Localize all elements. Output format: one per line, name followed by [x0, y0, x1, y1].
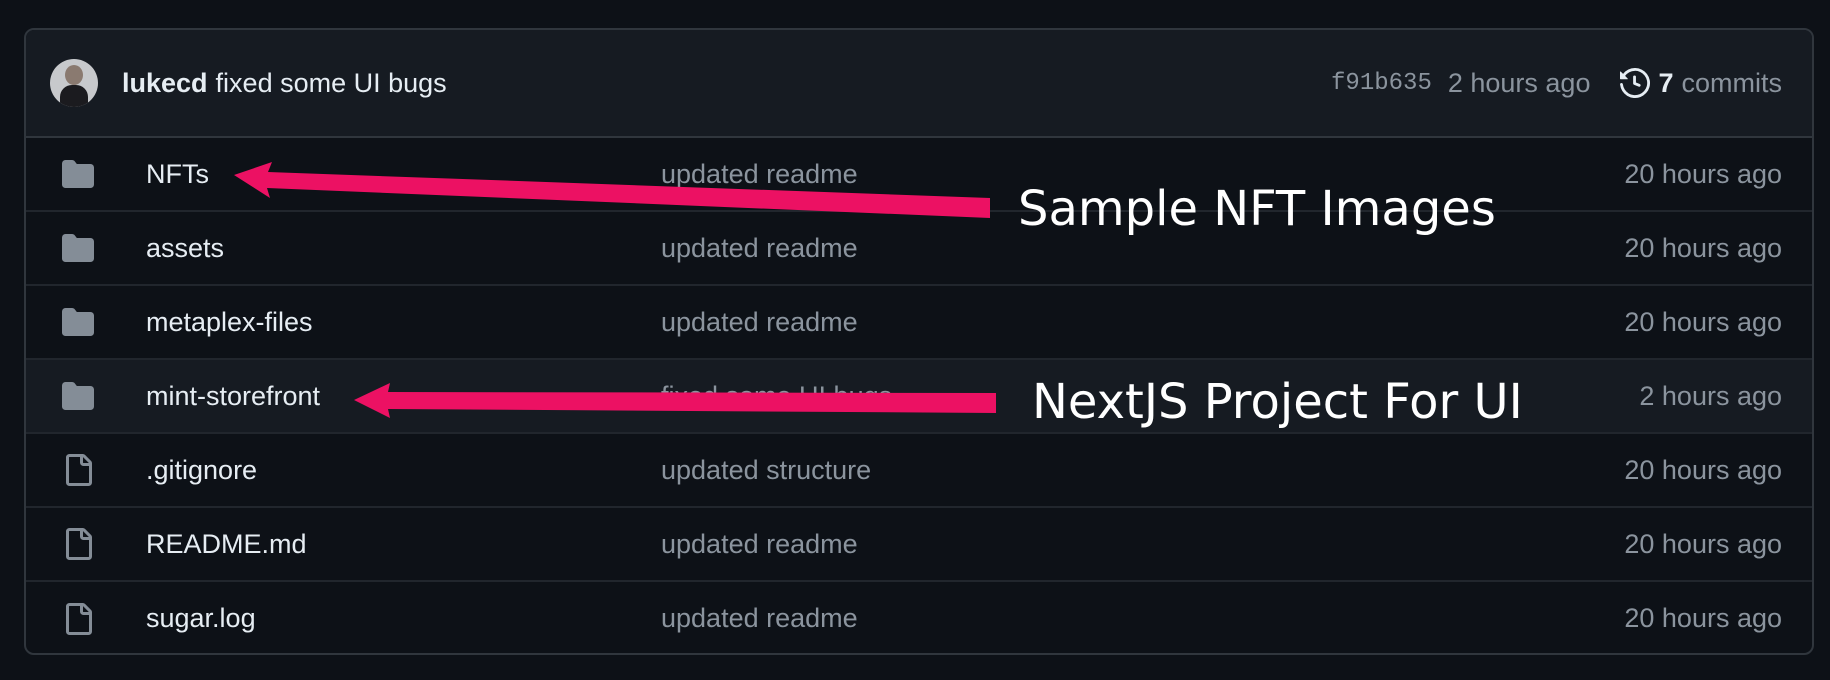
commit-time: 2 hours ago	[1447, 67, 1591, 98]
file-icon	[56, 448, 100, 492]
file-age: 20 hours ago	[1624, 158, 1782, 189]
avatar-head	[65, 65, 83, 85]
file-name-link[interactable]: README.md	[146, 529, 661, 560]
repo-file-browser: lukecd fixed some UI bugs f91b635 2 hour…	[24, 28, 1814, 655]
file-icon	[56, 522, 100, 566]
file-name-link[interactable]: metaplex-files	[146, 307, 661, 338]
file-row-sugar-log[interactable]: sugar.log updated readme 20 hours ago	[26, 582, 1812, 653]
history-icon	[1620, 68, 1651, 98]
commits-label: commits	[1681, 67, 1783, 98]
annotation-nextjs-project: NextJS Project For UI	[1032, 374, 1523, 430]
file-row-mint-storefront[interactable]: mint-storefront fixed some UI bugs 2 hou…	[26, 360, 1812, 434]
file-name-link[interactable]: NFTs	[146, 159, 661, 190]
file-commit-message-link[interactable]: updated readme	[661, 233, 1562, 264]
file-age: 20 hours ago	[1624, 603, 1782, 633]
file-row-readme[interactable]: README.md updated readme 20 hours ago	[26, 508, 1812, 582]
file-age: 20 hours ago	[1624, 232, 1782, 263]
file-age: 20 hours ago	[1624, 528, 1782, 559]
file-commit-message-link[interactable]: updated readme	[661, 307, 1562, 338]
commit-author-link[interactable]: lukecd	[122, 68, 208, 99]
folder-icon	[56, 374, 100, 418]
folder-icon	[56, 226, 100, 270]
file-commit-message-link[interactable]: updated readme	[661, 529, 1562, 560]
file-list: NFTs updated readme 20 hours ago assets …	[26, 138, 1812, 653]
file-age: 20 hours ago	[1624, 454, 1782, 485]
file-icon	[56, 597, 100, 641]
file-row-nfts[interactable]: NFTs updated readme 20 hours ago	[26, 138, 1812, 212]
file-name-link[interactable]: assets	[146, 233, 661, 264]
commits-history-link[interactable]: 7 commits	[1620, 68, 1782, 99]
file-age: 2 hours ago	[1639, 380, 1782, 411]
file-commit-message-link[interactable]: updated readme	[661, 603, 1562, 634]
annotation-sample-nft-images: Sample NFT Images	[1018, 181, 1496, 237]
commits-count: 7	[1658, 67, 1674, 98]
latest-commit-bar: lukecd fixed some UI bugs f91b635 2 hour…	[26, 30, 1812, 138]
file-name-link[interactable]: sugar.log	[146, 603, 661, 634]
commit-sha-link[interactable]: f91b635	[1331, 70, 1432, 97]
folder-icon	[56, 152, 100, 196]
file-row-metaplex-files[interactable]: metaplex-files updated readme 20 hours a…	[26, 286, 1812, 360]
file-row-gitignore[interactable]: .gitignore updated structure 20 hours ag…	[26, 434, 1812, 508]
avatar-body	[60, 85, 88, 107]
commit-message-link[interactable]: fixed some UI bugs	[216, 68, 447, 99]
folder-icon	[56, 300, 100, 344]
file-row-assets[interactable]: assets updated readme 20 hours ago	[26, 212, 1812, 286]
file-age: 20 hours ago	[1624, 306, 1782, 337]
avatar[interactable]	[50, 59, 98, 107]
file-commit-message-link[interactable]: updated structure	[661, 455, 1562, 486]
file-name-link[interactable]: .gitignore	[146, 455, 661, 486]
file-name-link[interactable]: mint-storefront	[146, 381, 661, 412]
